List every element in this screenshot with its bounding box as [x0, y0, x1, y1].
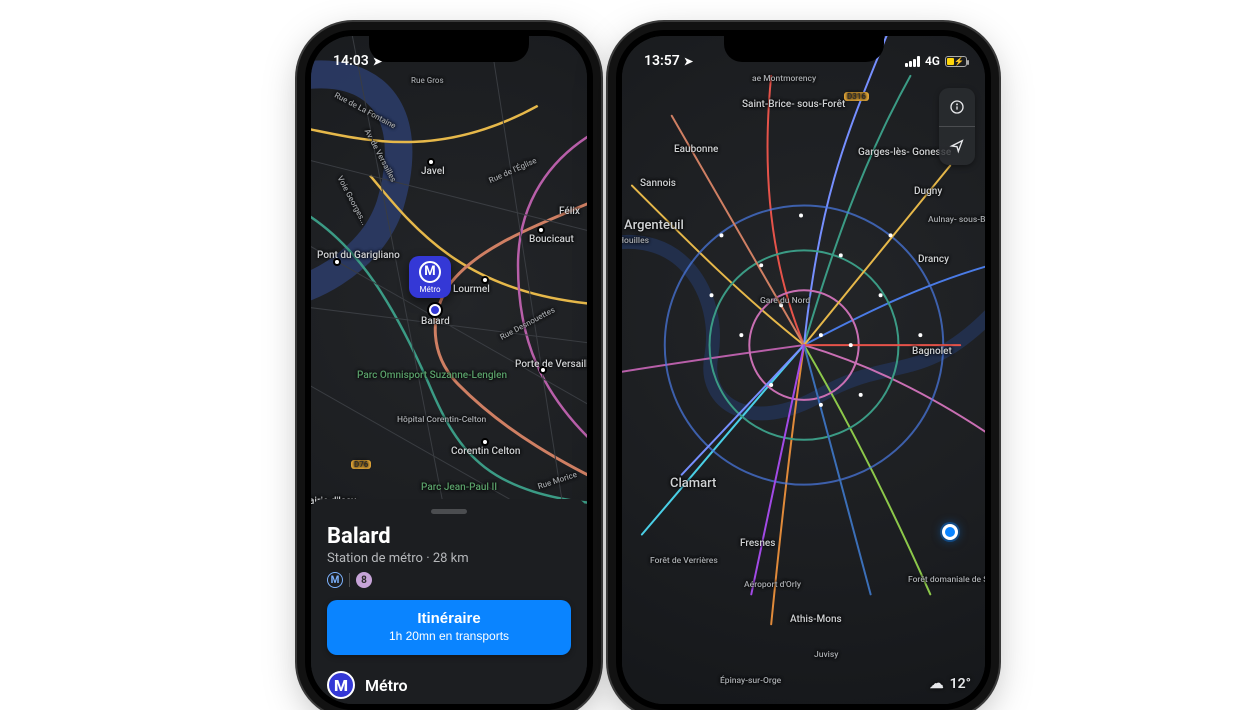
line-8-badge: 8	[356, 572, 372, 588]
station-dot	[427, 158, 435, 166]
directions-label: Itinéraire	[417, 610, 480, 627]
directions-button[interactable]: Itinéraire 1h 20mn en transports	[327, 600, 571, 655]
notch	[724, 36, 884, 62]
battery-icon: ⚡	[945, 56, 967, 67]
phone-left: 14:03 ➤	[305, 30, 593, 710]
map-controls	[939, 88, 975, 165]
weather-indicator[interactable]: ☁ 12°	[930, 676, 971, 692]
cloud-icon: ☁	[930, 676, 944, 692]
info-button[interactable]	[939, 88, 975, 126]
place-subtitle: Station de métro · 28 km	[327, 551, 571, 566]
status-time: 14:03	[333, 53, 369, 69]
metro-station-pin[interactable]: M Métro	[409, 256, 451, 298]
locate-me-button[interactable]	[939, 127, 975, 165]
station-dot	[539, 366, 547, 374]
map-lines-right	[622, 36, 985, 704]
station-dot	[537, 226, 545, 234]
metro-section-row[interactable]: M Métro	[327, 671, 571, 699]
location-services-icon: ➤	[684, 55, 693, 68]
location-arrow-icon	[949, 138, 965, 154]
screen-right: 13:57 ➤ 4G ⚡	[622, 36, 985, 704]
place-type: Station de métro	[327, 551, 423, 566]
phone-right: 13:57 ➤ 4G ⚡	[616, 30, 991, 710]
metro-logo-icon: M	[327, 671, 355, 699]
network-label: 4G	[925, 54, 940, 68]
selected-station-dot	[429, 304, 441, 316]
metro-badge-icon: M	[327, 572, 343, 588]
badge-separator	[349, 573, 350, 587]
notch	[369, 36, 529, 62]
map-canvas-right[interactable]: ae Montmorency Saint-Brice- sous-Forêt E…	[622, 36, 985, 704]
metro-pin-label: Métro	[419, 285, 440, 294]
directions-subtitle: 1h 20mn en transports	[339, 629, 559, 643]
station-dot	[481, 276, 489, 284]
place-card-sheet[interactable]: Balard Station de métro · 28 km M 8 Itin…	[311, 499, 587, 704]
place-title: Balard	[327, 524, 571, 549]
screen-left: 14:03 ➤	[311, 36, 587, 704]
station-dot	[333, 258, 341, 266]
weather-temp: 12°	[950, 676, 971, 692]
metro-section-label: Métro	[365, 676, 408, 695]
station-dot	[481, 438, 489, 446]
cellular-signal-icon	[905, 56, 920, 67]
metro-icon: M	[419, 261, 441, 283]
sheet-grabber[interactable]	[431, 509, 467, 514]
info-icon	[949, 99, 965, 115]
place-distance: 28 km	[433, 551, 469, 566]
user-location-dot	[942, 524, 958, 540]
transit-line-badges: M 8	[327, 572, 571, 588]
status-time: 13:57	[644, 53, 680, 69]
